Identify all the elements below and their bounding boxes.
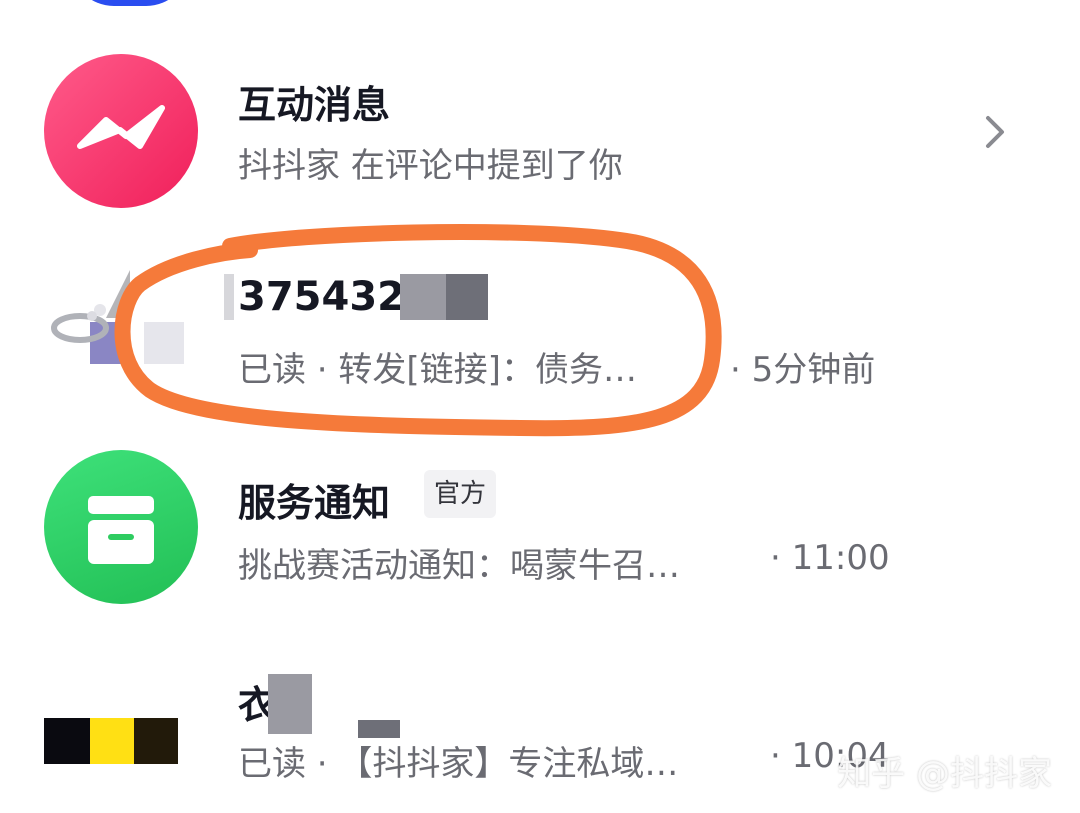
official-badge: 官方 [424, 470, 497, 518]
chevron-right-icon[interactable] [980, 112, 1010, 152]
redaction-block [446, 274, 488, 320]
chat-subtitle: 已读 · 【抖抖家】专注私域… [238, 744, 679, 784]
user-avatar [44, 718, 178, 764]
chat-subtitle: 挑战赛活动通知：喝蒙牛召… [238, 546, 680, 586]
service-avatar [44, 450, 198, 604]
stripe-avatar-icon [44, 718, 178, 764]
chat-time: · 5分钟前 [730, 350, 876, 390]
inbox-box-icon [88, 496, 154, 564]
redaction-block [224, 274, 234, 320]
chat-subtitle: 抖抖家 在评论中提到了你 [238, 146, 623, 186]
redaction-block [268, 674, 312, 734]
redaction-block [400, 274, 446, 320]
chat-wave-icon [77, 105, 165, 149]
chat-item-service-notifications[interactable]: 服务通知 [0, 440, 1080, 630]
chat-title: 互动消息 [238, 83, 391, 127]
user-avatar [44, 270, 194, 380]
chat-subtitle: 已读 · 转发[链接]：债务… [238, 350, 637, 390]
chat-time: · 11:00 [770, 538, 890, 578]
chat-item-user-3754321[interactable]: 3754321 已读 · 转发[链接]：债务… · 5分钟前 [0, 230, 1080, 440]
interaction-avatar [44, 54, 198, 208]
chat-title: 服务通知 [238, 481, 391, 525]
watermark: 知乎 @抖抖家 [837, 754, 1052, 794]
chat-item-interactions[interactable]: 互动消息 抖抖家 在评论中提到了你 [0, 0, 1080, 230]
ring-photo-icon [51, 270, 184, 364]
